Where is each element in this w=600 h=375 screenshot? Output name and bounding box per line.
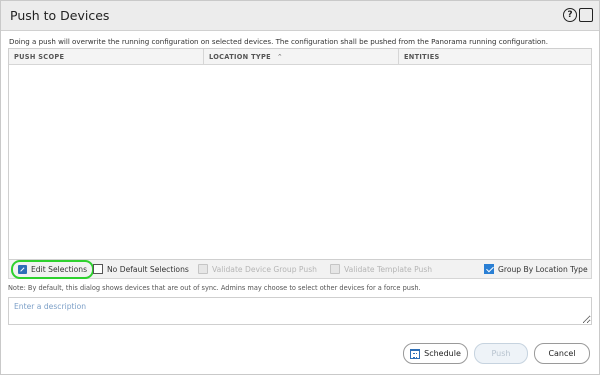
title-icons: ? (563, 8, 593, 22)
push-overwrite-notice: Doing a push will overwrite the running … (9, 37, 549, 46)
sort-ascending-icon: ⌃ (276, 53, 284, 61)
out-of-sync-note: Note: By default, this dialog shows devi… (8, 284, 421, 292)
validate-icon (330, 264, 340, 274)
checkbox-checked-icon (484, 264, 494, 274)
dialog-titlebar: Push to Devices ? (1, 1, 599, 31)
validate-device-group-push-button[interactable]: Validate Device Group Push (198, 262, 317, 276)
description-field[interactable] (8, 297, 592, 325)
column-header-entities[interactable]: ENTITIES (399, 49, 591, 65)
edit-selections-button[interactable]: Edit Selections (11, 260, 95, 279)
help-icon[interactable]: ? (563, 8, 577, 22)
calendar-icon (410, 348, 421, 359)
checkbox-unchecked-icon (93, 264, 103, 274)
push-scope-table: PUSH SCOPE LOCATION TYPE ⌃ ENTITIES (8, 48, 592, 260)
column-header-push-scope[interactable]: PUSH SCOPE (9, 49, 204, 65)
table-toolbar: Edit Selections No Default Selections Va… (8, 260, 592, 279)
cancel-button[interactable]: Cancel (534, 343, 590, 364)
table-header: PUSH SCOPE LOCATION TYPE ⌃ ENTITIES (9, 49, 591, 65)
push-button[interactable]: Push (474, 343, 528, 364)
edit-icon (18, 265, 27, 274)
maximize-icon[interactable] (579, 8, 593, 22)
validate-template-push-button[interactable]: Validate Template Push (330, 262, 432, 276)
dialog-title: Push to Devices (10, 8, 110, 23)
schedule-button[interactable]: Schedule (403, 343, 468, 364)
validate-icon (198, 264, 208, 274)
no-default-selections-checkbox[interactable]: No Default Selections (93, 262, 189, 276)
column-header-location-type[interactable]: LOCATION TYPE ⌃ (204, 49, 399, 65)
push-to-devices-dialog: Push to Devices ? Doing a push will over… (0, 0, 600, 375)
group-by-location-type-checkbox[interactable]: Group By Location Type (484, 262, 588, 276)
